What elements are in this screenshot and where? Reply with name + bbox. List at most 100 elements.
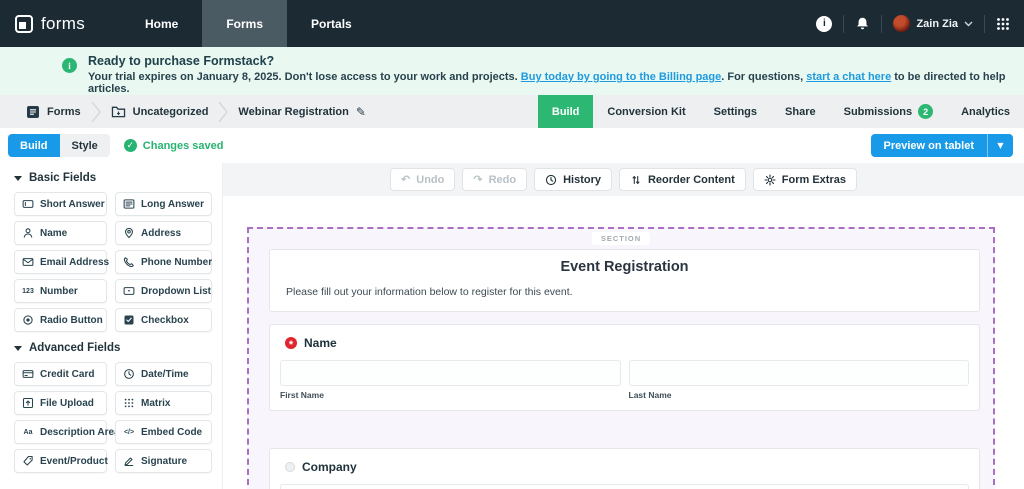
section-label: SECTION	[591, 232, 651, 245]
field-button-phone-number[interactable]: Phone Number	[115, 250, 212, 274]
field-button-credit-card[interactable]: Credit Card	[14, 362, 107, 386]
company-field-label-row: Company	[285, 460, 969, 474]
field-button-dropdown-list[interactable]: Dropdown List	[115, 279, 212, 303]
preview-button-label[interactable]: Preview on tablet	[871, 134, 987, 157]
field-button-label: Radio Button	[40, 314, 103, 326]
long-answer-icon	[122, 198, 136, 210]
tab-submissions[interactable]: Submissions 2	[830, 95, 947, 128]
field-button-long-answer[interactable]: Long Answer	[115, 192, 212, 216]
radio-icon	[21, 314, 35, 326]
content: Basic Fields Short Answer Long Answer Name…	[0, 163, 1024, 489]
date-time-icon	[122, 368, 136, 380]
short-answer-icon	[21, 198, 35, 210]
field-button-label: Matrix	[141, 397, 171, 409]
field-button-label: Event/Product	[40, 455, 108, 467]
first-name-input[interactable]	[280, 360, 621, 386]
tab-build[interactable]: Build	[537, 95, 594, 128]
breadcrumb-forms[interactable]: Forms	[26, 105, 81, 119]
edit-form-name-icon[interactable]: ✎	[356, 105, 366, 119]
style-mode-button[interactable]: Style	[59, 134, 110, 157]
save-status: ✓ Changes saved	[123, 139, 224, 152]
matrix-icon	[122, 397, 136, 409]
notifications-bell-icon[interactable]	[855, 16, 870, 31]
billing-page-link[interactable]: Buy today by going to the Billing page	[521, 71, 721, 83]
field-button-file-upload[interactable]: File Upload	[14, 391, 107, 415]
field-button-label: Email Address	[40, 256, 110, 268]
basic-fields-header[interactable]: Basic Fields	[14, 172, 222, 184]
form-extras-button[interactable]: Form Extras	[752, 168, 857, 191]
undo-button[interactable]: ↶ Undo	[390, 168, 456, 191]
optional-icon	[285, 462, 295, 472]
nav-item-home[interactable]: Home	[121, 0, 202, 47]
redo-icon: ↷	[473, 173, 483, 186]
history-button[interactable]: History	[534, 168, 612, 191]
redo-label: Redo	[488, 173, 517, 186]
field-button-number[interactable]: 123 Number	[14, 279, 107, 303]
tab-label: Analytics	[961, 105, 1010, 118]
tab-settings[interactable]: Settings	[700, 95, 771, 128]
field-button-label: Phone Number	[141, 256, 213, 268]
reorder-content-button[interactable]: Reorder Content	[618, 168, 746, 191]
reorder-arrows-icon	[632, 175, 640, 184]
form-heading-card[interactable]: Event Registration Please fill out your …	[269, 249, 980, 312]
start-chat-link[interactable]: start a chat here	[806, 71, 891, 83]
breadcrumb-forms-label: Forms	[47, 105, 81, 118]
tab-share[interactable]: Share	[771, 95, 830, 128]
company-field-label: Company	[302, 460, 357, 474]
advanced-fields-header[interactable]: Advanced Fields	[14, 342, 222, 354]
formstack-logo-icon	[15, 14, 33, 33]
credit-card-icon	[21, 368, 35, 380]
field-button-radio-button[interactable]: Radio Button	[14, 308, 107, 332]
field-button-label: Number	[40, 285, 78, 297]
event-product-icon	[21, 455, 35, 467]
chevron-down-icon	[964, 21, 973, 26]
breadcrumb-folder[interactable]: Uncategorized	[111, 105, 209, 118]
app-grid-icon[interactable]	[996, 17, 1010, 31]
nav-item-forms[interactable]: Forms	[202, 0, 288, 47]
phone-icon	[122, 256, 136, 268]
caret-down-icon	[14, 345, 22, 351]
build-mode-button[interactable]: Build	[8, 134, 60, 157]
last-name-input[interactable]	[628, 360, 969, 386]
field-button-event-product[interactable]: Event/Product	[14, 449, 108, 473]
field-button-matrix[interactable]: Matrix	[115, 391, 212, 415]
field-button-date-time[interactable]: Date/Time	[115, 362, 212, 386]
company-input[interactable]	[280, 484, 969, 489]
last-name-group: Last Name	[628, 360, 969, 400]
first-name-group: First Name	[280, 360, 621, 400]
undo-icon: ↶	[401, 173, 411, 186]
field-button-description-area[interactable]: Aa Description Area	[14, 420, 120, 444]
info-icon[interactable]: i	[816, 15, 833, 32]
user-menu[interactable]: Zain Zia	[893, 15, 973, 32]
field-button-embed-code[interactable]: </> Embed Code	[115, 420, 212, 444]
company-group	[280, 484, 969, 489]
field-button-email-address[interactable]: Email Address	[14, 250, 110, 274]
basic-fields-label: Basic Fields	[29, 172, 97, 184]
field-button-signature[interactable]: Signature	[115, 449, 212, 473]
field-button-address[interactable]: Address	[115, 221, 212, 245]
redo-button[interactable]: ↷ Redo	[462, 168, 528, 191]
breadcrumb-folder-label: Uncategorized	[132, 105, 209, 118]
caret-down-icon	[14, 175, 22, 181]
field-button-name[interactable]: Name	[14, 221, 107, 245]
document-icon	[27, 105, 39, 118]
tab-analytics[interactable]: Analytics	[947, 95, 1024, 128]
field-button-short-answer[interactable]: Short Answer	[14, 192, 107, 216]
name-field-label-row: * Name	[285, 336, 969, 351]
nav-item-portals[interactable]: Portals	[287, 0, 376, 47]
email-icon	[21, 256, 35, 268]
dropdown-icon	[122, 285, 136, 297]
field-button-label: Long Answer	[141, 198, 204, 210]
formstack-logo[interactable]: forms	[0, 0, 103, 47]
company-field-card[interactable]: Company	[269, 448, 980, 489]
preview-dropdown-arrow-icon[interactable]: ▼	[987, 134, 1013, 157]
field-button-label: Name	[40, 227, 68, 239]
name-field-card[interactable]: * Name First Name Last Name	[269, 324, 980, 411]
tab-conversion-kit[interactable]: Conversion Kit	[593, 95, 699, 128]
form-name-label: Webinar Registration	[238, 105, 349, 118]
form-section[interactable]: SECTION Event Registration Please fill o…	[247, 227, 995, 489]
address-icon	[122, 227, 136, 239]
field-button-checkbox[interactable]: Checkbox	[115, 308, 212, 332]
form-extras-label: Form Extras	[781, 173, 846, 186]
preview-on-tablet-button[interactable]: Preview on tablet ▼	[870, 134, 1013, 157]
